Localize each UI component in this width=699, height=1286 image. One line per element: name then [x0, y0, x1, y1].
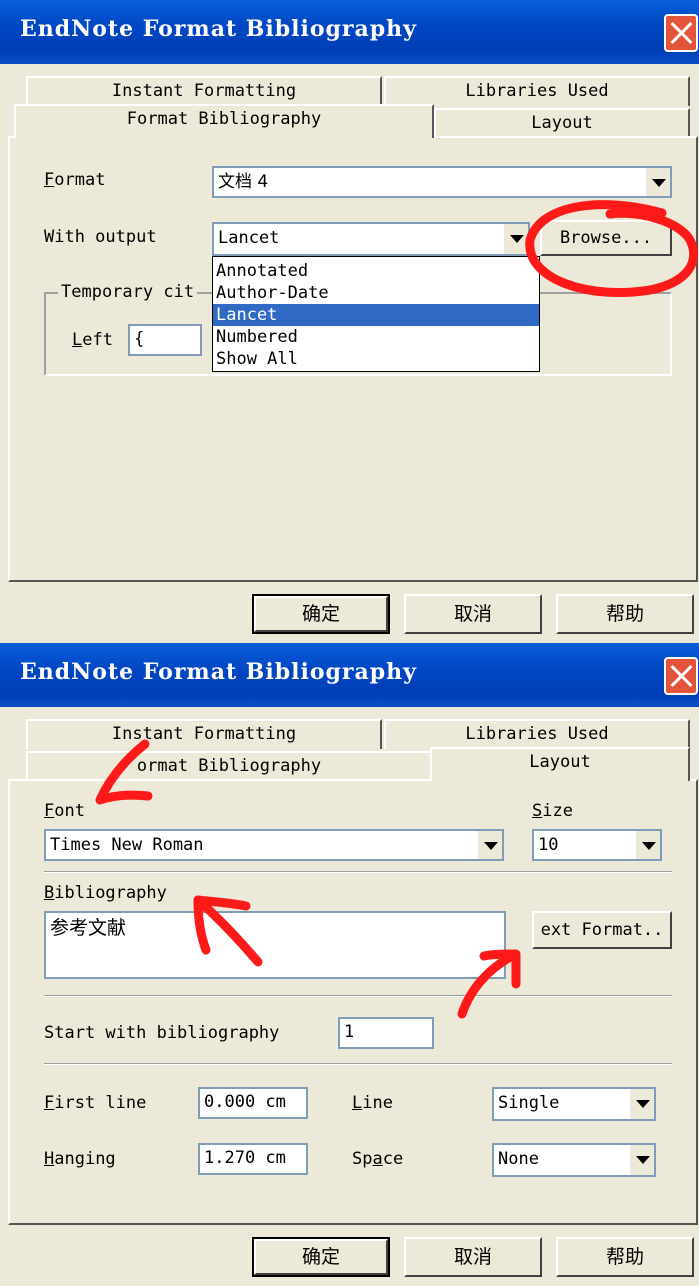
dropdown-option[interactable]: Numbered [213, 326, 539, 348]
format-label: Format [44, 170, 106, 190]
first-line-value: 0.000 cm [204, 1092, 286, 1112]
left-delimiter-input[interactable]: { [128, 324, 202, 356]
dialog-title: EndNote Format Bibliography [20, 659, 417, 685]
chevron-down-icon[interactable] [628, 1145, 654, 1175]
title-bar: EndNote Format Bibliography [0, 643, 699, 707]
tab-layout[interactable]: Layout [434, 108, 690, 138]
format-bibliography-dialog-top: EndNote Format Bibliography Instant Form… [0, 0, 699, 643]
chevron-down-icon[interactable] [476, 831, 502, 859]
output-label: With output [44, 227, 157, 247]
space-after-select[interactable]: None [492, 1143, 656, 1177]
left-label-text: eft [82, 330, 113, 350]
dropdown-option[interactable]: Annotated [213, 260, 539, 282]
format-select[interactable]: 文档 4 [212, 166, 672, 198]
dropdown-option-selected[interactable]: Lancet [213, 304, 539, 326]
size-select[interactable]: 10 [532, 829, 662, 861]
output-style-dropdown: Annotated Author-Date Lancet Numbered Sh… [212, 256, 540, 372]
left-label: Left [72, 330, 113, 350]
chevron-down-icon[interactable] [628, 1089, 654, 1119]
bibliography-label: Bibliography [44, 883, 167, 903]
close-icon[interactable] [664, 657, 698, 695]
first-line-input[interactable]: 0.000 cm [198, 1087, 308, 1119]
font-select[interactable]: Times New Roman [44, 829, 504, 861]
divider [44, 871, 672, 873]
output-style-select[interactable]: Lancet [212, 222, 530, 256]
space-label-text: ce [382, 1149, 404, 1169]
group-label: Temporary cit [58, 282, 198, 302]
title-bar: EndNote Format Bibliography [0, 0, 699, 64]
tab-format-bibliography[interactable]: Format Bibliography [14, 104, 434, 138]
text-format-button[interactable]: ext Format.. [532, 911, 672, 949]
tab-format-bibliography[interactable]: ormat Bibliography [26, 751, 432, 781]
browse-button[interactable]: Browse... [540, 220, 672, 256]
font-label: Font [44, 801, 85, 821]
format-bibliography-dialog-bottom: EndNote Format Bibliography Instant Form… [0, 643, 699, 1286]
line-label-text: ine [362, 1093, 393, 1113]
size-value: 10 [538, 835, 559, 855]
hanging-label: Hanging [44, 1149, 116, 1169]
help-button[interactable]: 帮助 [556, 1237, 694, 1277]
format-label-text: ormat [54, 170, 106, 190]
tab-layout[interactable]: Layout [430, 747, 690, 781]
cancel-button[interactable]: 取消 [404, 1237, 542, 1277]
cancel-button[interactable]: 取消 [404, 594, 542, 634]
hanging-label-text: anging [54, 1149, 116, 1169]
space-label: Space [352, 1149, 404, 1169]
dialog-title: EndNote Format Bibliography [20, 16, 417, 42]
chevron-down-icon[interactable] [644, 168, 670, 196]
hanging-value: 1.270 cm [204, 1148, 286, 1168]
tab-instant-formatting[interactable]: Instant Formatting [26, 719, 382, 749]
size-label: Size [532, 801, 573, 821]
line-spacing-value: Single [498, 1093, 560, 1113]
close-icon[interactable] [664, 14, 698, 52]
ok-button[interactable]: 确定 [252, 594, 390, 634]
ok-button[interactable]: 确定 [252, 1237, 390, 1277]
output-style-value: Lancet [218, 228, 280, 248]
hanging-input[interactable]: 1.270 cm [198, 1143, 308, 1175]
divider [44, 1063, 672, 1065]
start-with-value: 1 [344, 1022, 355, 1042]
divider [44, 995, 672, 997]
font-value: Times New Roman [50, 835, 204, 855]
tab-libraries-used[interactable]: Libraries Used [384, 76, 690, 106]
start-with-label: Start with bibliography [44, 1023, 280, 1043]
format-value: 文档 4 [218, 172, 269, 192]
chevron-down-icon[interactable] [502, 224, 528, 254]
chevron-down-icon[interactable] [634, 831, 660, 859]
first-line-label: First line [44, 1093, 147, 1113]
tab-instant-formatting[interactable]: Instant Formatting [26, 76, 382, 106]
line-spacing-select[interactable]: Single [492, 1087, 656, 1121]
size-label-text: ize [542, 801, 573, 821]
start-with-input[interactable]: 1 [338, 1017, 434, 1049]
tab-libraries-used[interactable]: Libraries Used [384, 719, 690, 749]
first-line-label-text: irst line [54, 1093, 147, 1113]
font-label-text: ont [54, 801, 85, 821]
dropdown-option[interactable]: Show All [213, 348, 539, 370]
line-label: Line [352, 1093, 393, 1113]
bibliography-label-text: ibliography [54, 883, 167, 903]
space-after-value: None [498, 1149, 539, 1169]
left-delimiter-value: { [134, 329, 145, 349]
bibliography-title-input[interactable]: 参考文献 [44, 911, 506, 979]
bibliography-title-value: 参考文献 [50, 917, 127, 939]
dropdown-option[interactable]: Author-Date [213, 282, 539, 304]
help-button[interactable]: 帮助 [556, 594, 694, 634]
